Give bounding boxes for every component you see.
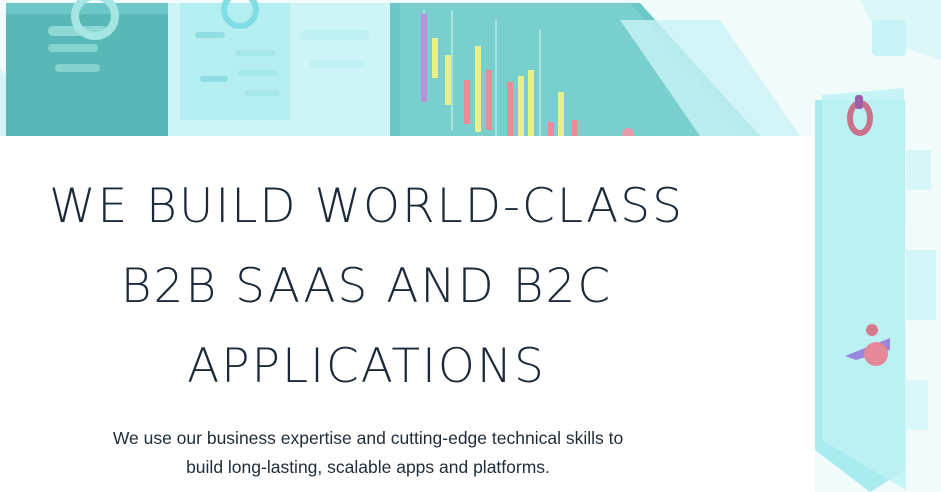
hero-section: WE BUILD WORLD-CLASS B2B SAAS AND B2C AP…	[0, 0, 941, 492]
hero-subtitle: We use our business expertise and cuttin…	[48, 424, 688, 482]
title-line-3: APPLICATIONS	[187, 339, 546, 394]
subtitle-line-2: build long-lasting, scalable apps and pl…	[186, 457, 550, 477]
title-line-2: B2B SAAS AND B2C	[120, 259, 613, 314]
subtitle-line-1: We use our business expertise and cuttin…	[112, 428, 624, 448]
title-line-1: WE BUILD WORLD-CLASS	[49, 179, 684, 234]
page-title: WE BUILD WORLD-CLASS B2B SAAS AND B2C AP…	[0, 167, 733, 407]
dashboard-panel-icon	[6, 0, 168, 136]
